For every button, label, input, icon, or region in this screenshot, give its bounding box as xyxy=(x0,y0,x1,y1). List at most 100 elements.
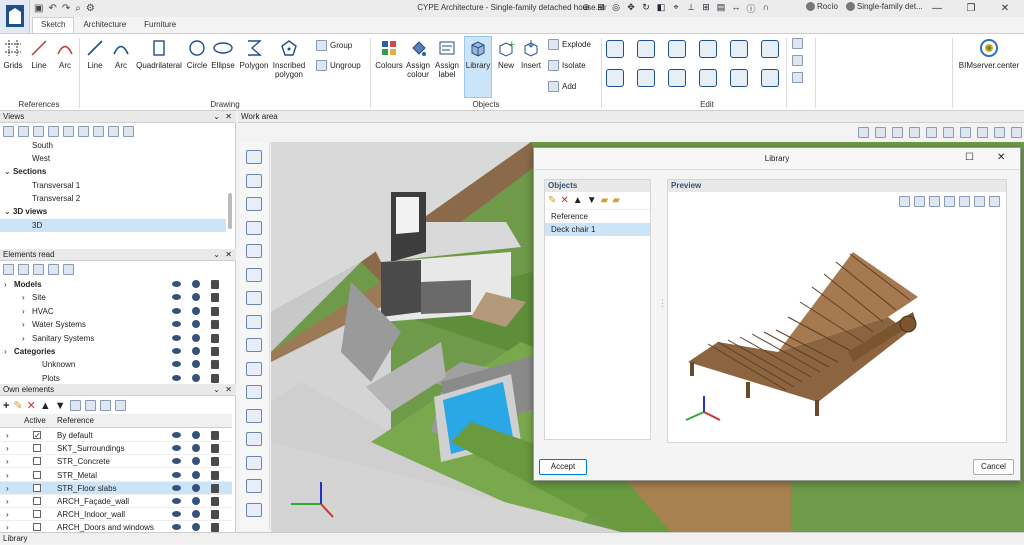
visibility-icon[interactable] xyxy=(172,374,181,381)
lock-icon[interactable] xyxy=(211,444,219,454)
view-tool-icon[interactable] xyxy=(246,361,262,376)
view-item-transversal-2[interactable]: Transversal 2 xyxy=(32,192,222,205)
close-panel-icon[interactable]: ✕ xyxy=(225,384,232,396)
view-tool-icon[interactable] xyxy=(246,432,262,446)
assign-colour-button[interactable]: Assign colour xyxy=(404,37,432,79)
orbit-icon[interactable]: ↻ xyxy=(640,2,652,14)
collapse-icon[interactable]: ⌄ xyxy=(213,249,220,261)
group-button[interactable]: Group xyxy=(316,40,352,51)
chevron-right-icon[interactable]: › xyxy=(6,442,9,455)
tab-architecture[interactable]: Architecture xyxy=(74,17,135,33)
render-toggle-icon[interactable] xyxy=(192,444,200,453)
library-button[interactable]: Library xyxy=(464,36,492,98)
zoom-previous-icon[interactable] xyxy=(944,196,955,207)
render-toggle-icon[interactable] xyxy=(192,483,200,492)
visibility-icon[interactable] xyxy=(172,432,181,438)
lock-icon[interactable] xyxy=(211,431,219,440)
pan-hand-icon[interactable] xyxy=(974,196,985,207)
close-panel-icon[interactable]: ✕ xyxy=(225,249,232,261)
zoom-window-icon[interactable]: ⊞ xyxy=(595,2,607,14)
split-icon[interactable] xyxy=(730,40,748,58)
elements-read-row[interactable]: › Sanitary Systems xyxy=(0,332,226,345)
active-checkbox[interactable] xyxy=(33,523,41,532)
active-checkbox[interactable] xyxy=(33,510,41,519)
insert-button[interactable]: Insert xyxy=(519,37,543,70)
move-up-icon[interactable]: ▲ xyxy=(573,195,583,206)
move-down-icon[interactable]: ▼ xyxy=(587,195,597,206)
folder-add-icon[interactable]: ▰ xyxy=(612,195,620,206)
restore-button[interactable]: ❐ xyxy=(954,0,988,17)
chevron-right-icon[interactable]: › xyxy=(6,455,9,468)
reference-line-button[interactable]: Line xyxy=(28,37,50,70)
render-toggle-icon[interactable] xyxy=(192,347,200,355)
active-checkbox[interactable] xyxy=(33,457,41,466)
render-toggle-icon[interactable] xyxy=(192,497,200,505)
move-icon[interactable] xyxy=(637,69,655,87)
visibility-icon[interactable] xyxy=(172,334,181,341)
import-icon[interactable] xyxy=(99,400,111,411)
elements-read-row[interactable]: › Site xyxy=(0,291,226,304)
visibility-icon[interactable] xyxy=(69,400,81,411)
own-element-row[interactable]: › ✓ By default xyxy=(0,429,232,442)
more-icon[interactable] xyxy=(1011,127,1022,138)
visibility-icon[interactable] xyxy=(172,498,181,504)
zoom-icon[interactable] xyxy=(899,196,910,207)
view-tool-icon[interactable] xyxy=(246,479,262,493)
accept-button[interactable]: Accept xyxy=(539,459,587,475)
render-toggle-icon[interactable] xyxy=(192,320,200,329)
chevron-right-icon[interactable]: › xyxy=(6,482,9,495)
render-toggle-icon[interactable] xyxy=(192,373,200,382)
render-toggle-icon[interactable] xyxy=(192,431,200,439)
ortho-icon[interactable]: ⊥ xyxy=(685,2,697,14)
refresh-icon[interactable] xyxy=(48,264,59,275)
move-up-icon[interactable]: ▲ xyxy=(40,400,51,412)
view-elevation-icon[interactable] xyxy=(18,126,29,137)
render-toggle-icon[interactable] xyxy=(192,510,200,519)
view-edit-icon[interactable] xyxy=(63,126,74,137)
chevron-right-icon[interactable]: › xyxy=(22,318,25,331)
view-delete-icon[interactable] xyxy=(93,126,104,137)
view-tool-icon[interactable] xyxy=(246,408,262,423)
visibility-icon[interactable] xyxy=(172,307,181,314)
erase-icon[interactable] xyxy=(606,69,624,87)
edit-pencil-icon[interactable]: ✎ xyxy=(13,399,22,412)
own-element-row[interactable]: › ARCH_Indoor_wall xyxy=(0,508,232,522)
grids-button[interactable]: Grids xyxy=(2,37,24,70)
lock-icon[interactable] xyxy=(211,373,219,383)
folder-icon[interactable]: ▰ xyxy=(601,195,609,206)
edit-pencil-icon[interactable] xyxy=(606,40,624,58)
pan-icon[interactable]: ✥ xyxy=(625,2,637,14)
polygon-button[interactable]: Polygon xyxy=(238,37,270,70)
colours-button[interactable]: Colours xyxy=(374,37,404,70)
view-export-icon[interactable] xyxy=(123,126,134,137)
lock-icon[interactable] xyxy=(211,280,219,289)
active-checkbox[interactable] xyxy=(33,444,41,453)
render-toggle-icon[interactable] xyxy=(192,470,200,479)
own-element-row[interactable]: › STR_Floor slabs xyxy=(0,481,232,495)
visibility-icon[interactable] xyxy=(172,361,181,368)
chevron-right-icon[interactable]: › xyxy=(22,291,25,304)
view-item-transversal-1[interactable]: Transversal 1 xyxy=(32,179,222,192)
visibility-icon[interactable] xyxy=(172,458,181,465)
render-toggle-icon[interactable] xyxy=(192,333,200,342)
lock-icon[interactable] xyxy=(211,510,219,520)
sections-node[interactable]: ⌄ Sections xyxy=(4,165,222,178)
visibility-icon[interactable] xyxy=(172,445,181,452)
active-checkbox[interactable] xyxy=(33,483,41,492)
union-icon[interactable] xyxy=(699,40,717,58)
elements-read-row[interactable]: › Water Systems xyxy=(0,318,226,331)
view-tool-icon[interactable] xyxy=(246,455,262,470)
lock-icon[interactable] xyxy=(211,306,219,316)
view-tool-icon[interactable] xyxy=(246,150,262,164)
lock-icon[interactable] xyxy=(211,497,219,506)
render-toggle-icon[interactable] xyxy=(192,293,200,302)
export-icon[interactable] xyxy=(114,400,126,411)
stretch-icon[interactable] xyxy=(730,69,748,87)
chevron-right-icon[interactable]: › xyxy=(4,278,7,291)
view-tool-icon[interactable] xyxy=(246,267,262,282)
section-icon[interactable]: ◧ xyxy=(655,2,667,14)
chevron-right-icon[interactable]: › xyxy=(6,508,9,521)
angle-icon[interactable] xyxy=(792,72,803,83)
render-toggle-icon[interactable] xyxy=(192,306,200,315)
pencil-icon[interactable] xyxy=(792,55,803,66)
